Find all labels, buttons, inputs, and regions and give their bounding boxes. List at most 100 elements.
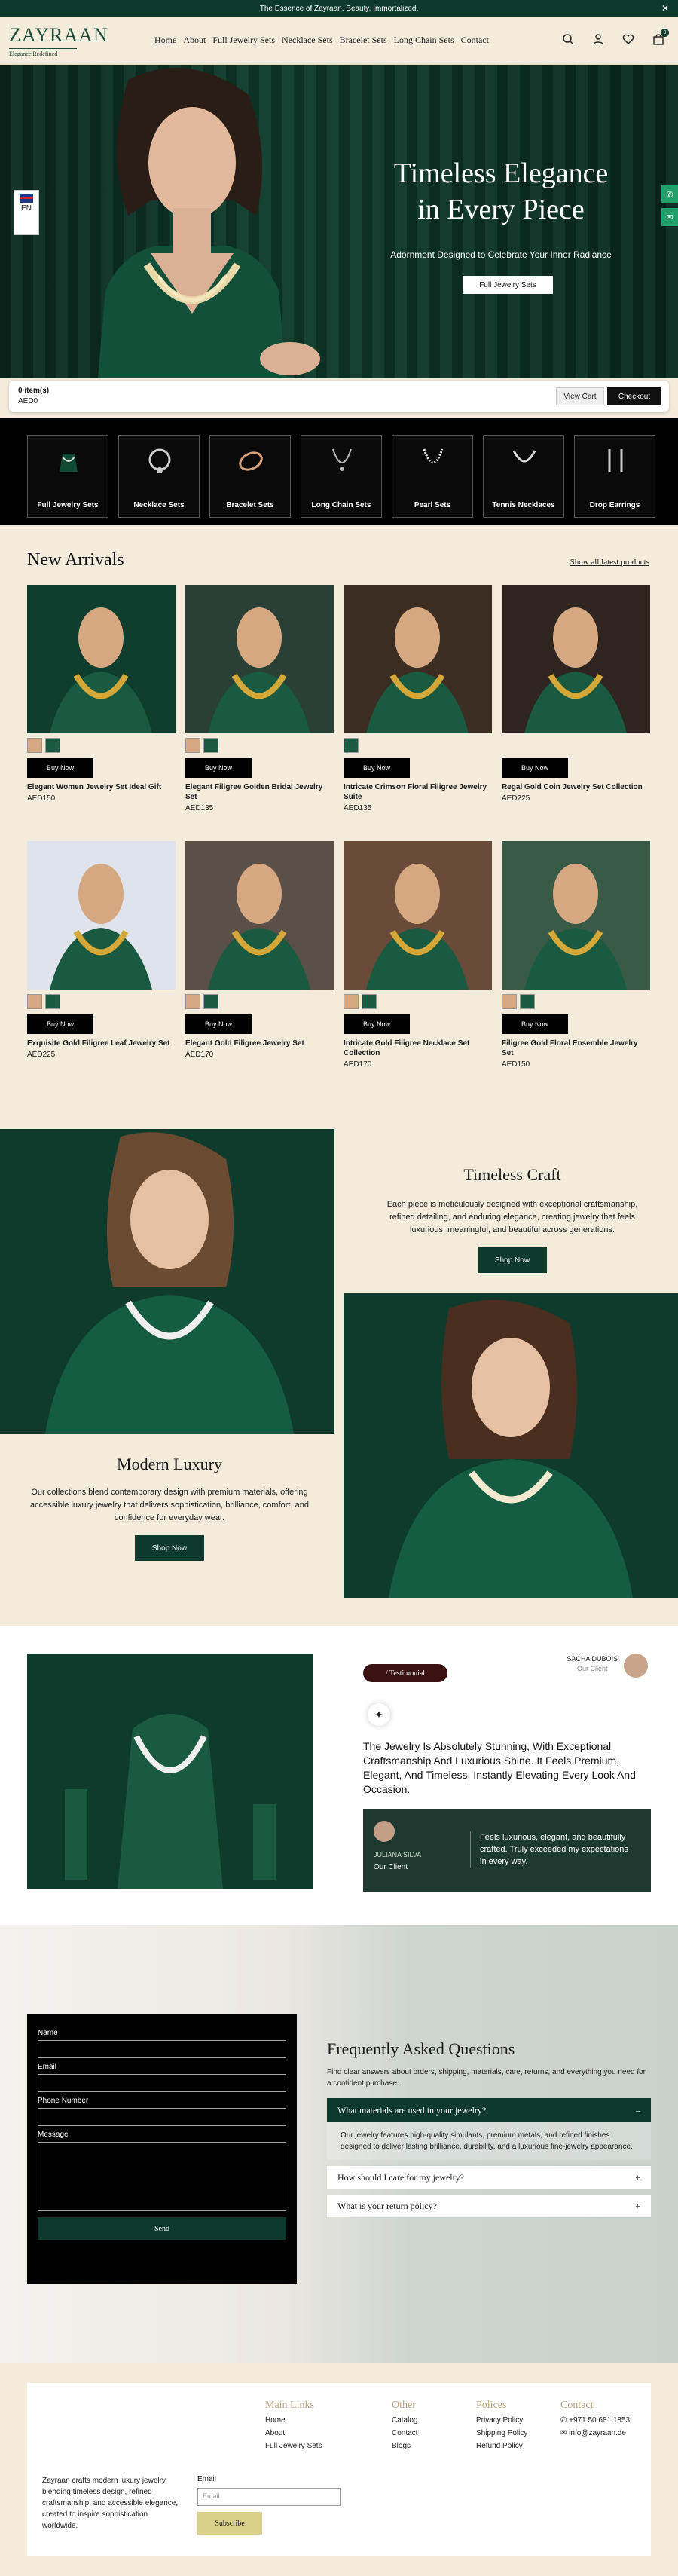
name-field[interactable] xyxy=(38,2040,286,2058)
nav-full-jewelry-sets[interactable]: Full Jewelry Sets xyxy=(212,35,275,46)
nav-long-chain-sets[interactable]: Long Chain Sets xyxy=(394,35,454,46)
buy-now-button[interactable]: Buy Now xyxy=(344,758,410,778)
nav-necklace-sets[interactable]: Necklace Sets xyxy=(282,35,333,46)
product-name[interactable]: Filigree Gold Floral Ensemble Jewelry Se… xyxy=(502,1039,650,1058)
variant-swatch[interactable] xyxy=(27,994,42,1009)
variant-swatch[interactable] xyxy=(362,994,377,1009)
send-button[interactable]: Send xyxy=(38,2217,286,2240)
product-name[interactable]: Elegant Filigree Golden Bridal Jewelry S… xyxy=(185,782,334,802)
product-image[interactable] xyxy=(185,585,334,733)
variant-swatch[interactable] xyxy=(344,738,359,753)
product-card[interactable]: Buy Now Exquisite Gold Filigree Leaf Jew… xyxy=(27,841,176,1059)
category-bracelet-sets[interactable]: Bracelet Sets xyxy=(209,435,291,518)
chat-icon[interactable]: ✉ xyxy=(661,208,678,226)
product-name[interactable]: Elegant Women Jewelry Set Ideal Gift xyxy=(27,782,176,792)
variant-swatch[interactable] xyxy=(45,738,60,753)
footer-link[interactable]: Shipping Policy xyxy=(476,2429,527,2437)
email-field[interactable] xyxy=(38,2074,286,2092)
category-necklace-sets[interactable]: Necklace Sets xyxy=(118,435,200,518)
product-card[interactable]: Buy Now Elegant Women Jewelry Set Ideal … xyxy=(27,585,176,803)
show-all-link[interactable]: Show all latest products xyxy=(570,558,649,567)
product-image[interactable] xyxy=(344,585,492,733)
product-image[interactable] xyxy=(344,841,492,990)
logo[interactable]: ZAYRAAN Elegance Redefined xyxy=(9,24,108,57)
product-card[interactable]: Buy Now Elegant Filigree Golden Bridal J… xyxy=(185,585,334,812)
footer-phone[interactable]: ✆ +971 50 681 1853 xyxy=(560,2416,630,2425)
nav-home[interactable]: Home xyxy=(154,35,176,46)
category-long-chain-sets[interactable]: Long Chain Sets xyxy=(301,435,382,518)
category-label: Bracelet Sets xyxy=(226,501,274,509)
nav-contact[interactable]: Contact xyxy=(461,35,489,46)
product-image[interactable] xyxy=(185,841,334,990)
footer-link[interactable]: Contact xyxy=(392,2429,417,2437)
product-card[interactable]: Buy Now Intricate Crimson Floral Filigre… xyxy=(344,585,492,812)
footer-link[interactable]: Home xyxy=(265,2416,322,2425)
cart-button[interactable]: 0 xyxy=(652,29,669,49)
category-pearl-sets[interactable]: Pearl Sets xyxy=(392,435,473,518)
product-card[interactable]: Buy Now Elegant Gold Filigree Jewelry Se… xyxy=(185,841,334,1059)
product-name[interactable]: Elegant Gold Filigree Jewelry Set xyxy=(185,1039,334,1048)
variant-swatch[interactable] xyxy=(344,994,359,1009)
category-tennis-necklaces[interactable]: Tennis Necklaces xyxy=(483,435,564,518)
close-icon[interactable]: ✕ xyxy=(661,3,669,14)
buy-now-button[interactable]: Buy Now xyxy=(27,758,93,778)
view-cart-button[interactable]: View Cart xyxy=(556,387,604,405)
account-icon[interactable] xyxy=(592,33,604,45)
buy-now-button[interactable]: Buy Now xyxy=(185,758,252,778)
product-name[interactable]: Intricate Gold Filigree Necklace Set Col… xyxy=(344,1039,492,1058)
footer-link[interactable]: Catalog xyxy=(392,2416,417,2425)
footer-link[interactable]: Blogs xyxy=(392,2442,417,2450)
category-drop-earrings[interactable]: Drop Earrings xyxy=(574,435,655,518)
faq-question-1[interactable]: What materials are used in your jewelry?… xyxy=(327,2098,651,2122)
variant-swatch[interactable] xyxy=(185,738,200,753)
buy-now-button[interactable]: Buy Now xyxy=(502,758,568,778)
product-card[interactable]: Buy Now Regal Gold Coin Jewelry Set Coll… xyxy=(502,585,650,803)
category-full-jewelry-sets[interactable]: Full Jewelry Sets xyxy=(27,435,108,518)
wishlist-icon[interactable] xyxy=(622,33,634,45)
variant-swatch[interactable] xyxy=(27,738,42,753)
buy-now-button[interactable]: Buy Now xyxy=(344,1014,410,1034)
product-name[interactable]: Regal Gold Coin Jewelry Set Collection xyxy=(502,782,650,792)
variant-swatch[interactable] xyxy=(520,994,535,1009)
product-name[interactable]: Exquisite Gold Filigree Leaf Jewelry Set xyxy=(27,1039,176,1048)
product-image[interactable] xyxy=(502,841,650,990)
main-nav: Home About Full Jewelry Sets Necklace Se… xyxy=(154,35,489,46)
search-icon[interactable] xyxy=(562,33,574,45)
checkout-button[interactable]: Checkout xyxy=(607,387,661,405)
variant-swatch[interactable] xyxy=(45,994,60,1009)
footer-link[interactable]: Full Jewelry Sets xyxy=(265,2442,322,2450)
message-field[interactable] xyxy=(38,2142,286,2211)
product-card[interactable]: Buy Now Filigree Gold Floral Ensemble Je… xyxy=(502,841,650,1069)
nav-bracelet-sets[interactable]: Bracelet Sets xyxy=(340,35,387,46)
footer-link[interactable]: Refund Policy xyxy=(476,2442,527,2450)
subscribe-button[interactable]: Subscribe xyxy=(197,2512,262,2535)
footer-link[interactable]: About xyxy=(265,2429,322,2437)
language-selector[interactable]: EN xyxy=(14,190,39,235)
variant-swatch[interactable] xyxy=(203,994,218,1009)
cart-total: AED0 xyxy=(18,397,38,405)
chain-icon xyxy=(332,448,352,471)
timeless-craft-shop-button[interactable]: Shop Now xyxy=(478,1247,547,1273)
faq-question-2[interactable]: How should I care for my jewelry? + xyxy=(327,2166,651,2189)
buy-now-button[interactable]: Buy Now xyxy=(502,1014,568,1034)
buy-now-button[interactable]: Buy Now xyxy=(27,1014,93,1034)
product-card[interactable]: Buy Now Intricate Gold Filigree Necklace… xyxy=(344,841,492,1069)
modern-luxury-shop-button[interactable]: Shop Now xyxy=(135,1535,204,1561)
variant-swatch[interactable] xyxy=(203,738,218,753)
product-image[interactable] xyxy=(502,585,650,733)
footer-email[interactable]: ✉ info@zayraan.de xyxy=(560,2429,630,2437)
footer-link[interactable]: Privacy Policy xyxy=(476,2416,527,2425)
buy-now-button[interactable]: Buy Now xyxy=(185,1014,252,1034)
faq-question-3[interactable]: What is your return policy? + xyxy=(327,2195,651,2217)
variant-swatch[interactable] xyxy=(502,994,517,1009)
phone-field[interactable] xyxy=(38,2108,286,2126)
pearl-icon xyxy=(423,448,444,464)
product-image[interactable] xyxy=(27,841,176,990)
whatsapp-icon[interactable]: ✆ xyxy=(661,185,678,203)
product-image[interactable] xyxy=(27,585,176,733)
product-name[interactable]: Intricate Crimson Floral Filigree Jewelr… xyxy=(344,782,492,802)
hero-cta-button[interactable]: Full Jewelry Sets xyxy=(463,276,553,294)
variant-swatch[interactable] xyxy=(185,994,200,1009)
nav-about[interactable]: About xyxy=(183,35,206,46)
newsletter-email-input[interactable]: Email xyxy=(197,2488,341,2506)
